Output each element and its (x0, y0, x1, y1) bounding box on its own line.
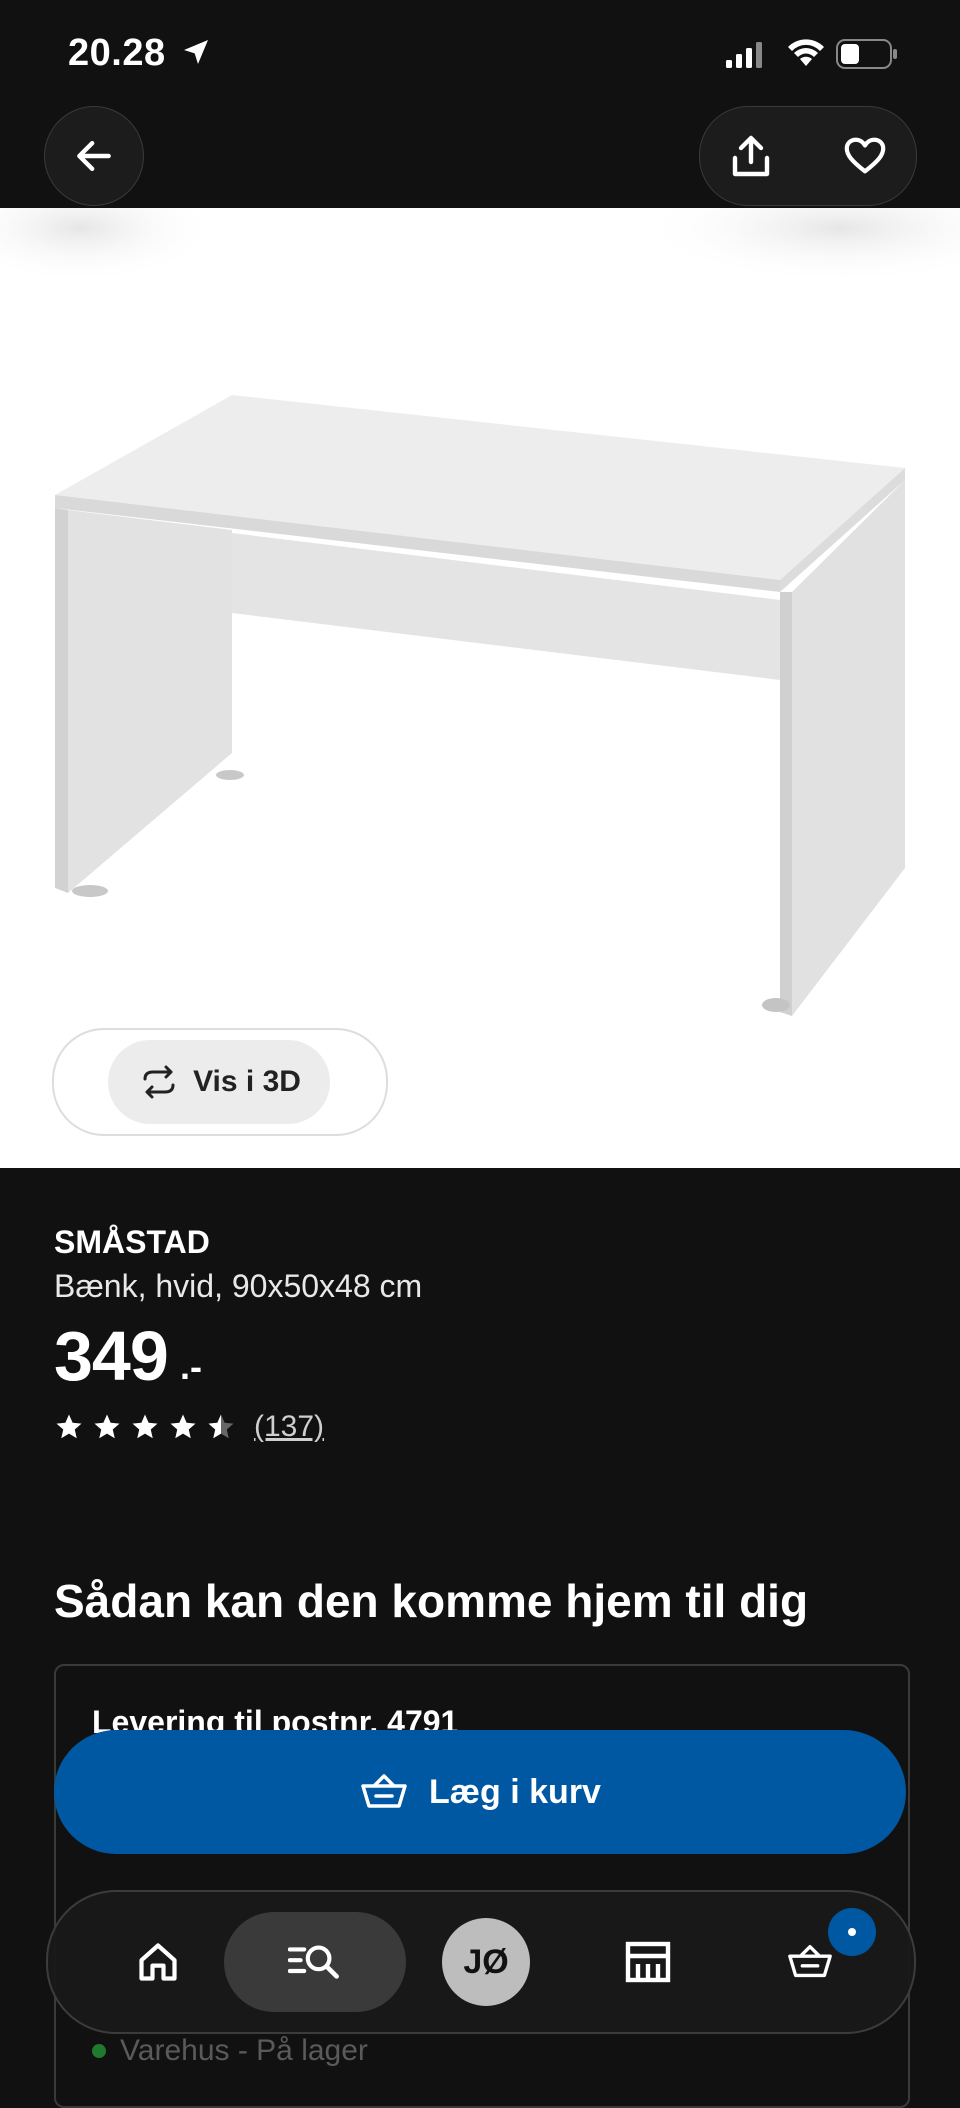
rating-stars (54, 1412, 236, 1442)
bench-illustration (0, 208, 960, 1016)
view-3d-button[interactable]: Vis i 3D (108, 1040, 330, 1124)
product-image[interactable]: Vis i 3D (0, 208, 960, 1168)
nav-home[interactable] (108, 1912, 208, 2012)
status-time: 20.28 (68, 32, 166, 74)
home-icon (139, 1943, 177, 1981)
store-stock-status: Varehus - På lager (92, 2034, 368, 2068)
cart-badge-dot (848, 1928, 856, 1936)
battery-icon (836, 39, 897, 69)
basket-icon (788, 1944, 832, 1978)
rating[interactable]: (137) (54, 1410, 324, 1444)
add-to-cart-button[interactable]: Læg i kurv (54, 1730, 906, 1854)
back-button[interactable] (44, 106, 144, 206)
product-name: SMÅSTAD (54, 1224, 210, 1260)
product-description: Bænk, hvid, 90x50x48 cm (54, 1268, 423, 1304)
nav-store[interactable] (598, 1912, 698, 2012)
back-arrow-icon (77, 140, 111, 172)
avatar: JØ (442, 1918, 530, 2006)
wifi-icon (788, 39, 824, 66)
heart-icon (844, 137, 886, 174)
basket-icon (361, 1774, 407, 1808)
star-icon (94, 1414, 120, 1439)
bottom-navigation: JØ (46, 1890, 916, 2034)
stock-dot-icon (92, 2044, 106, 2058)
view-3d-label: Vis i 3D (193, 1065, 301, 1098)
share-button[interactable] (722, 127, 780, 185)
top-navigation (0, 100, 960, 208)
star-icon (56, 1414, 82, 1439)
cart-badge (828, 1908, 876, 1956)
action-group (699, 106, 917, 206)
review-count[interactable]: (137) (254, 1410, 324, 1444)
star-icon (170, 1414, 196, 1439)
nav-profile[interactable]: JØ (436, 1912, 536, 2012)
delivery-section-title: Sådan kan den komme hjem til dig (54, 1575, 809, 1627)
location-arrow-icon (184, 40, 208, 64)
add-to-cart-label: Læg i kurv (429, 1772, 601, 1811)
nav-search[interactable] (224, 1912, 406, 2012)
status-bar: 20.28 (0, 0, 960, 100)
half-star-icon (208, 1414, 234, 1439)
store-stock-label: Varehus - På lager (120, 2034, 368, 2067)
favorite-button[interactable] (836, 127, 894, 185)
signal-icon (726, 42, 762, 68)
rotate-3d-icon (143, 1065, 175, 1099)
star-icon (132, 1414, 158, 1439)
view-3d-container: Vis i 3D (52, 1028, 388, 1136)
search-icon (288, 1945, 339, 1979)
share-icon (732, 135, 770, 177)
price-suffix: .- (180, 1346, 202, 1387)
product-price: 349 (54, 1317, 169, 1395)
store-icon (625, 1941, 671, 1983)
